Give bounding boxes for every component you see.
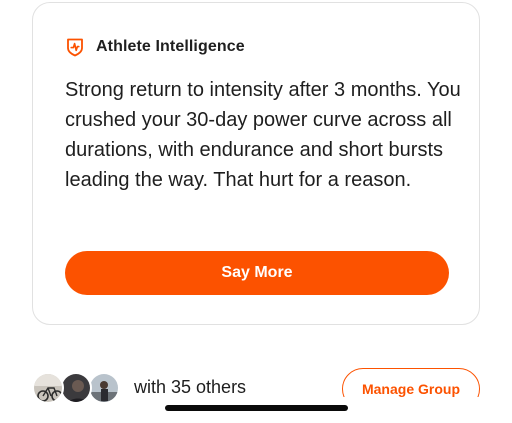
- say-more-button[interactable]: Say More: [65, 251, 449, 295]
- athlete-intelligence-summary: Strong return to intensity after 3 month…: [65, 79, 461, 191]
- screen: Athlete Intelligence Strong return to in…: [0, 0, 512, 423]
- avatar: [32, 372, 64, 404]
- athlete-intelligence-header: Athlete Intelligence: [65, 36, 245, 58]
- athlete-intelligence-card: Athlete Intelligence Strong return to in…: [32, 2, 480, 325]
- group-avatars[interactable]: [32, 372, 122, 404]
- avatar: [88, 372, 120, 404]
- group-members-count: with 35 others: [134, 377, 247, 397]
- home-indicator[interactable]: [165, 405, 348, 411]
- avatar: [60, 372, 92, 404]
- athlete-intelligence-title: Athlete Intelligence: [96, 38, 245, 55]
- athlete-intelligence-icon: [65, 37, 85, 57]
